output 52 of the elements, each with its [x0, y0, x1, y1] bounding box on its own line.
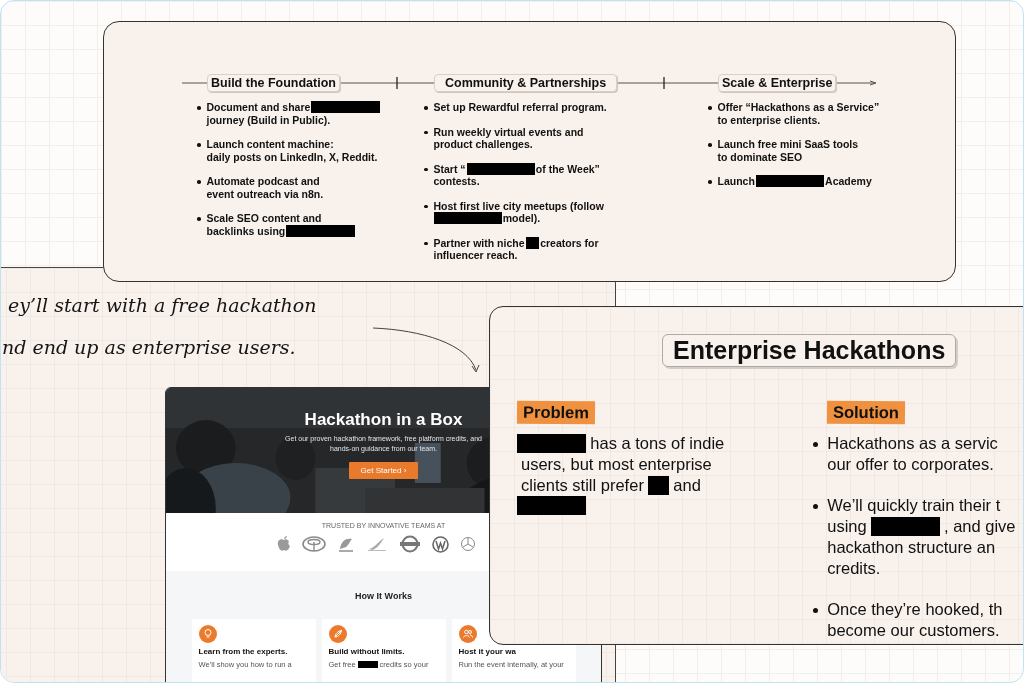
problem-text: and — [673, 475, 701, 496]
stage-label: Build the Foundation — [207, 74, 340, 92]
bullet-text: Launch content machine: — [206, 138, 334, 151]
problem-text: has a tons of indie — [590, 433, 725, 454]
bullet-text: Document and share — [206, 101, 311, 114]
bullet-text: Academy — [825, 175, 872, 188]
section-tag: Solution — [827, 400, 906, 425]
bullet-text: creators for — [540, 236, 599, 249]
stage-label: Scale & Enterprise — [718, 74, 837, 92]
bullet-text: Automate podcast and — [206, 175, 320, 188]
feature-title: Build without limits. — [328, 647, 405, 656]
bullet-text: journey (Build in Public). — [206, 113, 331, 126]
handwritten-note: ey’ll start with a free hackathon — [8, 293, 317, 318]
problem-text: users, but most enterprise — [521, 454, 712, 475]
bullet-text: Partner with niche — [433, 236, 525, 249]
bullet-text: backlinks using — [206, 224, 286, 237]
bullet-text: Launch — [717, 175, 755, 188]
solution-text: our offer to corporates. — [827, 454, 994, 475]
solution-text: Once they’re hooked, th — [827, 599, 1003, 620]
bullet-text: model). — [502, 212, 541, 225]
solution-text: using — [827, 516, 867, 537]
bullet-text: Run weekly virtual events and — [433, 125, 584, 138]
bullet-text: Host first live city meetups (follow — [433, 199, 604, 212]
section-tag: Problem — [516, 400, 596, 425]
stage-label: Community & Partnerships — [434, 74, 618, 92]
solution-text: Hackathons as a servic — [827, 433, 998, 454]
solution-text: become our customers. — [827, 620, 1000, 641]
feature-title: Learn from the experts. — [198, 647, 288, 656]
handwritten-note: nd end up as enterprise users. — [2, 335, 296, 360]
bullet-text: influencer reach. — [433, 249, 518, 262]
section-heading: How It Works — [355, 591, 412, 601]
bullet-text: contests. — [433, 175, 480, 188]
bullet-text: Launch free mini SaaS tools — [717, 138, 859, 151]
bullet-text: event outreach via n8n. — [206, 187, 324, 200]
bullet-text: Start “ — [433, 162, 466, 175]
bullet-text: daily posts on LinkedIn, X, Reddit. — [206, 150, 378, 163]
hero-title: Hackathon in a Box — [304, 410, 463, 430]
bullet-text: of the Week” — [535, 162, 600, 175]
get-started-button[interactable]: Get Started › — [348, 462, 419, 479]
solution-text: , and give — [944, 516, 1016, 537]
bullet-text: to enterprise clients. — [717, 113, 821, 126]
solution-text: hackathon structure an — [827, 537, 996, 558]
bullet-text: product challenges. — [433, 138, 533, 151]
bullet-text: to dominate SEO — [717, 150, 803, 163]
solution-text: We’ll quickly train their t — [827, 495, 1001, 516]
bullet-text: Scale SEO content and — [206, 212, 322, 225]
problem-text: clients still prefer — [521, 475, 644, 496]
solution-text: credits. — [827, 558, 881, 579]
slide-title: Enterprise Hackathons — [662, 334, 957, 367]
feature-title: Host it your wa — [458, 647, 516, 656]
bullet-text: Set up Rewardful referral program. — [433, 101, 607, 114]
bullet-text: Offer “Hackathons as a Service” — [717, 101, 880, 114]
